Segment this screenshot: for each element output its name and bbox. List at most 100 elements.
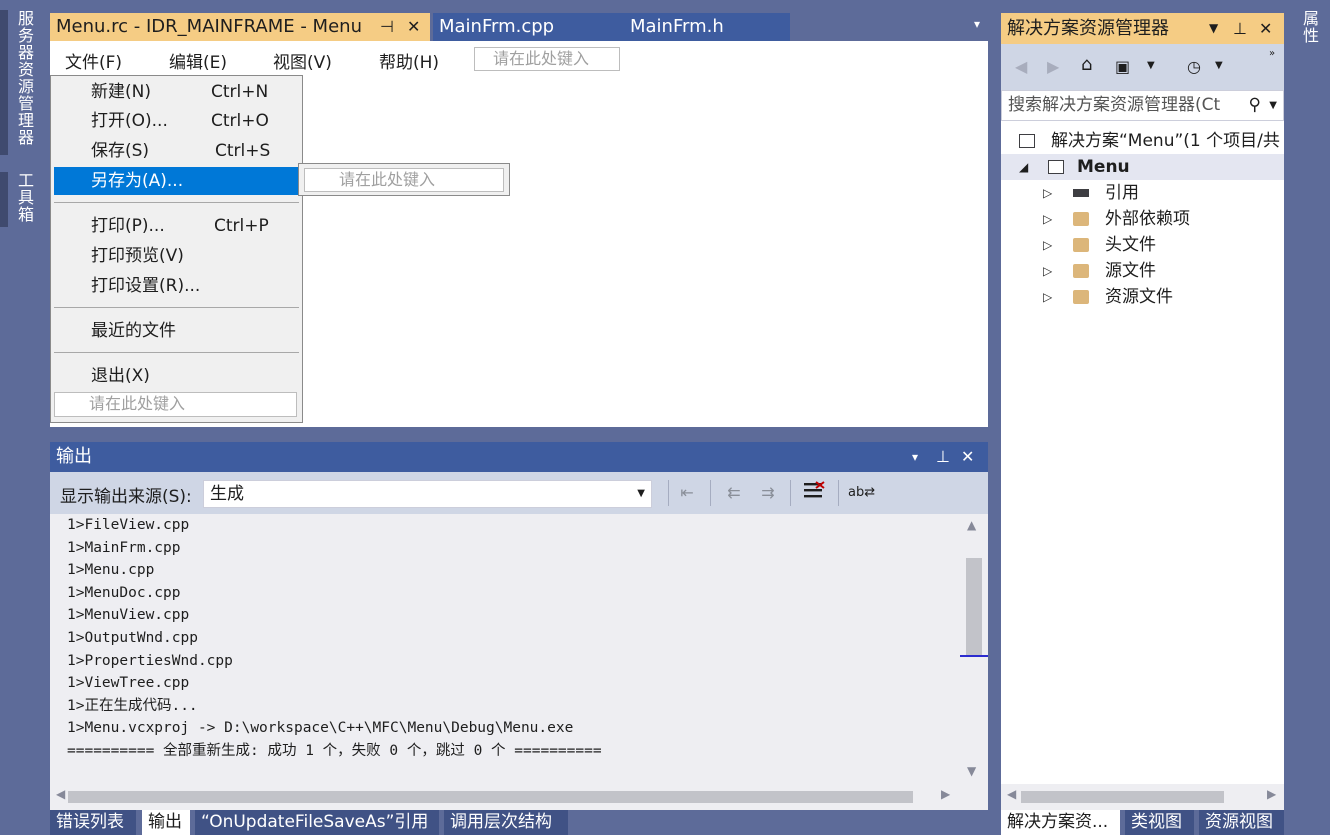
- output-line: 1>Menu.cpp: [67, 562, 155, 579]
- solution-search-input[interactable]: 搜索解决方案资源管理器(Ct ⚲ ▼: [1001, 90, 1284, 121]
- output-lines: 1>FileView.cpp 1>MainFrm.cpp 1>Menu.cpp …: [67, 514, 602, 763]
- go-to-message-icon[interactable]: ⇤: [675, 481, 699, 505]
- tab-solution-explorer[interactable]: 解决方案资...: [1001, 810, 1120, 835]
- output-toolbar: 显示输出来源(S): 生成 ▼ ⇤ ⇇ ⇉ ab⇄: [50, 472, 988, 514]
- tab-output[interactable]: 输出: [142, 810, 190, 835]
- search-icon[interactable]: ⚲: [1249, 91, 1261, 120]
- scroll-down-icon[interactable]: ▼: [967, 764, 976, 778]
- close-icon[interactable]: ✕: [1259, 13, 1272, 44]
- doc-tab-menu-rc[interactable]: Menu.rc - IDR_MAINFRAME - Menu ⊣ ✕: [50, 13, 430, 41]
- menu-item-save[interactable]: 保存(S) Ctrl+S: [54, 137, 299, 165]
- scroll-right-icon[interactable]: ▶: [941, 787, 950, 801]
- toolbox-tab[interactable]: 工具箱: [12, 172, 36, 223]
- pending-changes-icon[interactable]: ◷: [1187, 57, 1201, 76]
- panel-dropdown-icon[interactable]: ▾: [912, 442, 918, 472]
- menu-item-print[interactable]: 打印(P)... Ctrl+P: [54, 212, 299, 240]
- search-placeholder: 搜索解决方案资源管理器(Ct: [1008, 95, 1221, 115]
- tree-solution-node[interactable]: 解决方案“Menu”(1 个项目/共: [1019, 128, 1284, 154]
- menu-item-open[interactable]: 打开(O)... Ctrl+O: [54, 107, 299, 135]
- forward-icon[interactable]: ▶: [1047, 57, 1059, 76]
- tree-node-references[interactable]: ▷ 引用: [1043, 180, 1283, 206]
- chevron-down-icon[interactable]: ▼: [1269, 91, 1277, 120]
- pin-icon[interactable]: ⊥: [936, 442, 950, 472]
- menu-file[interactable]: 文件(F): [65, 48, 122, 73]
- doc-tab-label: Menu.rc - IDR_MAINFRAME - Menu: [56, 16, 362, 37]
- menu-item-new[interactable]: 新建(N) Ctrl+N: [54, 78, 299, 106]
- next-message-icon[interactable]: ⇉: [756, 481, 780, 505]
- panel-dropdown-icon[interactable]: ▼: [1209, 13, 1218, 44]
- chevron-down-icon[interactable]: ▼: [1147, 60, 1155, 71]
- expand-icon[interactable]: ▷: [1043, 232, 1052, 258]
- expand-icon[interactable]: ▷: [1043, 284, 1052, 310]
- tab-resource-view[interactable]: 资源视图: [1199, 810, 1284, 835]
- clear-all-icon[interactable]: [802, 481, 826, 505]
- output-vertical-scrollbar[interactable]: ▲ ▼: [959, 514, 988, 784]
- menu-help[interactable]: 帮助(H): [379, 48, 439, 73]
- output-text-area[interactable]: 1>FileView.cpp 1>MainFrm.cpp 1>Menu.cpp …: [50, 514, 988, 810]
- solution-explorer-title: 解决方案资源管理器 ▼ ⊥ ✕: [1001, 13, 1284, 44]
- chevron-down-icon[interactable]: ▼: [1215, 60, 1223, 71]
- output-line: 1>OutputWnd.cpp: [67, 629, 198, 646]
- tab-references[interactable]: “OnUpdateFileSaveAs”引用: [195, 810, 439, 835]
- toolbar-separator: [710, 480, 711, 506]
- toolbar-separator: [668, 480, 669, 506]
- menubar-type-here-input[interactable]: 请在此处键入: [474, 47, 620, 71]
- output-line: 1>正在生成代码...: [67, 697, 198, 714]
- submenu-type-here-input[interactable]: 请在此处键入: [304, 168, 504, 192]
- tree-project-node[interactable]: ◢ Menu: [1019, 154, 1284, 180]
- close-icon[interactable]: ✕: [961, 442, 974, 472]
- menu-item-exit[interactable]: 退出(X): [54, 362, 299, 390]
- tab-list-dropdown-icon[interactable]: ▾: [970, 17, 984, 35]
- file-menu-dropdown: 新建(N) Ctrl+N 打开(O)... Ctrl+O 保存(S) Ctrl+…: [50, 75, 303, 423]
- scroll-position-marker: [960, 655, 988, 657]
- scroll-up-icon[interactable]: ▲: [967, 518, 976, 532]
- scroll-right-icon[interactable]: ▶: [1267, 787, 1276, 801]
- menu-item-save-as[interactable]: 另存为(A)...: [54, 167, 299, 195]
- output-horizontal-scrollbar[interactable]: ◀ ▶: [50, 784, 959, 810]
- tab-error-list[interactable]: 错误列表: [50, 810, 136, 835]
- menu-item-recent-files[interactable]: 最近的文件: [54, 317, 299, 345]
- menu-separator: [54, 307, 299, 308]
- server-explorer-tab[interactable]: 服务器资源管理器: [12, 10, 36, 146]
- scroll-corner: [959, 784, 988, 810]
- bottom-tool-tabs: 错误列表 输出 “OnUpdateFileSaveAs”引用 调用层次结构: [50, 810, 988, 835]
- doc-tab-mainfrm-h[interactable]: MainFrm.h: [624, 13, 790, 41]
- overflow-icon[interactable]: »: [1269, 48, 1275, 59]
- tree-node-external-deps[interactable]: ▷ 外部依赖项: [1043, 206, 1283, 232]
- solution-horizontal-scrollbar[interactable]: ◀ ▶: [1001, 784, 1284, 810]
- scroll-thumb[interactable]: [1021, 791, 1224, 803]
- pin-icon[interactable]: ⊣: [380, 13, 394, 41]
- pin-icon[interactable]: ⊥: [1233, 13, 1247, 44]
- menu-view[interactable]: 视图(V): [273, 48, 332, 73]
- close-icon[interactable]: ✕: [407, 13, 420, 41]
- scroll-thumb[interactable]: [68, 791, 913, 803]
- tree-node-source-files[interactable]: ▷ 源文件: [1043, 258, 1283, 284]
- switch-views-icon[interactable]: ▣: [1115, 57, 1130, 76]
- solution-icon: [1019, 134, 1035, 148]
- tree-node-header-files[interactable]: ▷ 头文件: [1043, 232, 1283, 258]
- scroll-left-icon[interactable]: ◀: [56, 787, 65, 801]
- back-icon[interactable]: ◀: [1015, 57, 1027, 76]
- scroll-thumb[interactable]: [966, 558, 982, 656]
- collapse-icon[interactable]: ◢: [1019, 154, 1028, 180]
- menu-item-print-preview[interactable]: 打印预览(V): [54, 242, 299, 270]
- tab-class-view[interactable]: 类视图: [1125, 810, 1194, 835]
- folder-icon: [1073, 212, 1089, 226]
- expand-icon[interactable]: ▷: [1043, 258, 1052, 284]
- solution-tree[interactable]: 解决方案“Menu”(1 个项目/共 ◢ Menu ▷ 引用 ▷ 外部依赖项 ▷…: [1001, 121, 1284, 784]
- word-wrap-icon[interactable]: ab⇄: [848, 481, 875, 505]
- menu-edit[interactable]: 编辑(E): [169, 48, 227, 73]
- expand-icon[interactable]: ▷: [1043, 180, 1052, 206]
- menu-item-print-setup[interactable]: 打印设置(R)...: [54, 272, 299, 300]
- output-source-select[interactable]: 生成 ▼: [203, 480, 652, 508]
- tab-call-hierarchy[interactable]: 调用层次结构: [444, 810, 568, 835]
- home-icon[interactable]: ⌂: [1081, 54, 1092, 75]
- tree-node-resource-files[interactable]: ▷ 资源文件: [1043, 284, 1283, 310]
- expand-icon[interactable]: ▷: [1043, 206, 1052, 232]
- previous-message-icon[interactable]: ⇇: [722, 481, 746, 505]
- toolbox-marker: [0, 172, 8, 227]
- folder-icon: [1073, 238, 1089, 252]
- properties-tab[interactable]: 属性: [1297, 10, 1321, 44]
- scroll-left-icon[interactable]: ◀: [1007, 787, 1016, 801]
- dropdown-type-here-input[interactable]: 请在此处键入: [54, 392, 297, 417]
